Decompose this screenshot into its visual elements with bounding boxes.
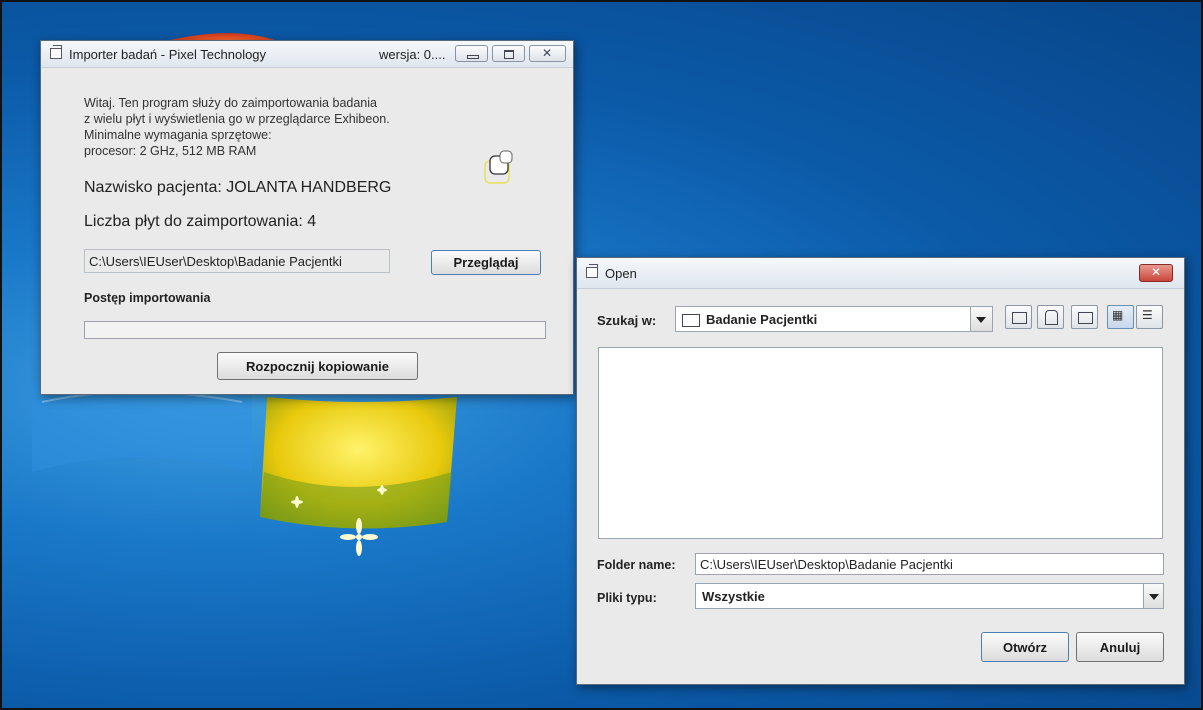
list-view-button[interactable]: ▦ (1107, 305, 1134, 329)
intro-line: Witaj. Ten program służy do zaimportowan… (84, 96, 377, 110)
new-folder-button[interactable] (1071, 305, 1098, 329)
intro-line: procesor: 2 GHz, 512 MB RAM (84, 144, 257, 158)
file-type-value: Wszystkie (702, 588, 765, 604)
minimize-icon (467, 55, 479, 59)
look-in-label: Szukaj w: (597, 313, 657, 328)
folder-name-label: Folder name: (597, 558, 676, 572)
importer-title: Importer badań - Pixel Technology (69, 47, 267, 62)
home-button[interactable] (1037, 305, 1064, 329)
file-type-label: Pliki typu: (597, 591, 657, 605)
file-list-pane[interactable] (598, 347, 1163, 539)
home-icon (1045, 310, 1058, 325)
intro-text: Witaj. Ten program służy do zaimportowan… (84, 95, 390, 159)
importer-titlebar[interactable]: Importer badań - Pixel Technology wersja… (41, 41, 573, 68)
copy-animation-icon (484, 150, 513, 184)
chevron-down-icon[interactable] (970, 307, 992, 331)
close-button[interactable]: ✕ (1139, 264, 1173, 282)
file-type-combo[interactable]: Wszystkie (695, 583, 1164, 609)
importer-version: wersja: 0.... (379, 47, 446, 62)
importer-window: Importer badań - Pixel Technology wersja… (40, 40, 574, 395)
open-titlebar[interactable]: Open ✕ (577, 258, 1184, 289)
details-view-icon: ☰ (1142, 308, 1153, 322)
look-in-combo[interactable]: Badanie Pacjentki (675, 306, 993, 332)
open-dialog: Open ✕ Szukaj w: Badanie Pacjentki ▦ ☰ F… (576, 257, 1185, 685)
progress-bar (84, 321, 546, 339)
maximize-button[interactable] (492, 45, 525, 62)
new-folder-icon (1078, 312, 1093, 324)
intro-line: Minimalne wymagania sprzętowe: (84, 128, 272, 142)
up-folder-button[interactable] (1005, 305, 1032, 329)
folder-icon (682, 313, 700, 327)
intro-line: z wielu płyt i wyświetlenia go w przeglą… (84, 112, 390, 126)
open-title: Open (605, 266, 637, 281)
progress-label: Postęp importowania (84, 291, 211, 305)
close-icon: ✕ (1151, 265, 1162, 279)
java-window-icon (50, 45, 62, 59)
close-button[interactable]: ✕ (529, 45, 566, 62)
disc-count-label: Liczba płyt do zaimportowania: 4 (84, 213, 317, 230)
list-view-icon: ▦ (1112, 308, 1124, 322)
browse-button[interactable]: Przeglądaj (431, 250, 541, 275)
cancel-button[interactable]: Anuluj (1076, 632, 1164, 662)
start-copy-button[interactable]: Rozpocznij kopiowanie (217, 352, 418, 380)
look-in-value: Badanie Pacjentki (706, 311, 818, 327)
close-icon: ✕ (542, 46, 553, 60)
folder-name-field[interactable]: C:\Users\IEUser\Desktop\Badanie Pacjentk… (695, 553, 1164, 575)
open-button[interactable]: Otwórz (981, 632, 1069, 662)
path-field[interactable]: C:\Users\IEUser\Desktop\Badanie Pacjentk… (84, 249, 390, 273)
chevron-down-icon[interactable] (1143, 584, 1163, 608)
patient-name-label: Nazwisko pacjenta: JOLANTA HANDBERG (84, 179, 392, 196)
details-view-button[interactable]: ☰ (1136, 305, 1163, 329)
up-folder-icon (1012, 312, 1027, 324)
maximize-icon (504, 50, 514, 59)
minimize-button[interactable] (455, 45, 488, 62)
java-window-icon (586, 264, 598, 278)
